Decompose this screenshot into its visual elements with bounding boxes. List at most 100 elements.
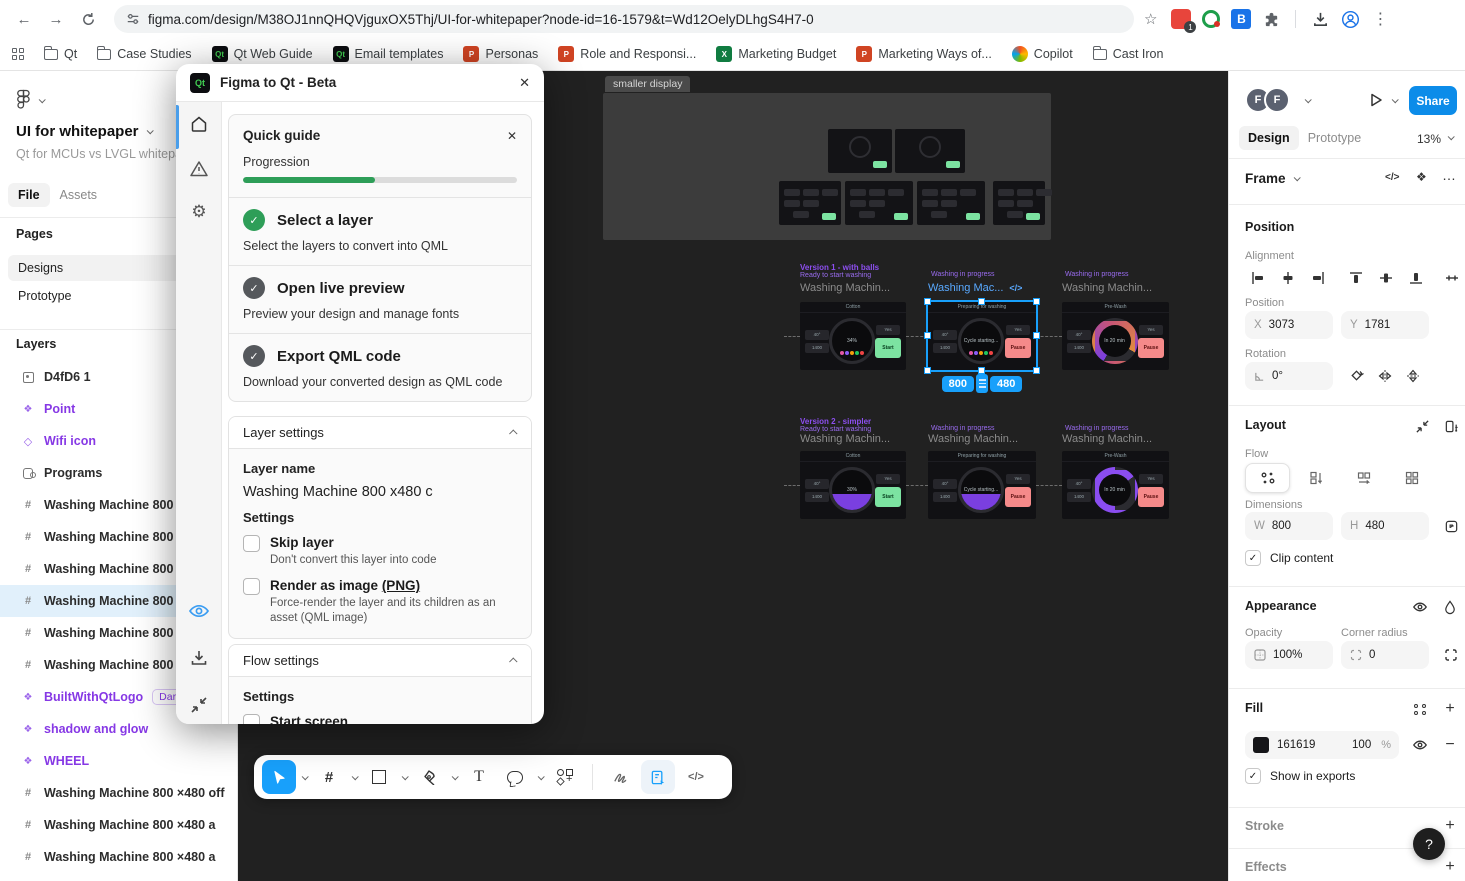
- home-icon[interactable]: [176, 114, 222, 134]
- apps-grid-icon[interactable]: [12, 48, 24, 60]
- action-button[interactable]: Start: [875, 487, 901, 507]
- corner-radius-input[interactable]: 0: [1341, 641, 1429, 669]
- section-frame[interactable]: [603, 93, 1051, 240]
- action-button[interactable]: Pause: [1138, 487, 1164, 507]
- frame-title[interactable]: Washing Machin...: [800, 433, 890, 445]
- tidy-up-icon[interactable]: [1439, 265, 1465, 291]
- tab-prototype[interactable]: Prototype: [1299, 126, 1371, 150]
- bookmark-marketing-ways-of[interactable]: PMarketing Ways of...: [856, 46, 991, 62]
- remove-fill-icon[interactable]: −: [1437, 732, 1463, 758]
- quick-guide-close-icon[interactable]: ✕: [507, 129, 517, 143]
- frame-title[interactable]: Washing Machin...: [1062, 282, 1152, 294]
- layer-item-washing-machine-800-480-a[interactable]: #Washing Machine 800 ×480 a: [0, 809, 237, 841]
- warning-icon[interactable]: [176, 159, 222, 179]
- rectangle-tool[interactable]: [362, 760, 396, 794]
- comment-tool[interactable]: [498, 760, 532, 794]
- more-options-icon[interactable]: …: [1442, 167, 1456, 183]
- pen-tool[interactable]: [412, 760, 446, 794]
- selection-handle[interactable]: [924, 298, 931, 305]
- add-effect-icon[interactable]: +: [1437, 854, 1463, 880]
- move-tool-chevron-icon[interactable]: [298, 760, 310, 794]
- fill-swatch[interactable]: [1253, 737, 1269, 753]
- layer-settings-header[interactable]: Layer settings: [229, 417, 531, 449]
- frame-title[interactable]: Washing Mac...</>: [928, 282, 1022, 294]
- extension-green-icon[interactable]: [1201, 9, 1221, 29]
- component-icon[interactable]: ❖: [1416, 170, 1427, 184]
- selection-handle[interactable]: [924, 332, 931, 339]
- selection-handle[interactable]: [1033, 367, 1040, 374]
- bookmark-marketing-budget[interactable]: XMarketing Budget: [716, 46, 836, 62]
- dialog-close-icon[interactable]: ✕: [519, 75, 530, 91]
- align-top-icon[interactable]: [1343, 265, 1369, 291]
- canvas-frame[interactable]: Cotton40°140030%YesStart: [800, 451, 906, 519]
- bookmark-cast-iron[interactable]: Cast Iron: [1093, 47, 1164, 61]
- fill-visibility-eye-icon[interactable]: [1407, 732, 1433, 758]
- rotation-input[interactable]: 0°: [1245, 362, 1333, 390]
- zoom-level[interactable]: 13%: [1417, 132, 1441, 146]
- selection-handle[interactable]: [1033, 332, 1040, 339]
- shape-tool-chevron-icon[interactable]: [398, 760, 410, 794]
- canvas-frame[interactable]: Pre-Wash40°1400In 20 minYesPause: [1062, 451, 1169, 519]
- constrain-proportions-icon[interactable]: [1438, 513, 1464, 539]
- align-right-icon[interactable]: [1305, 265, 1331, 291]
- fill-hex-value[interactable]: 161619: [1277, 739, 1344, 751]
- selection-handle[interactable]: [1033, 298, 1040, 305]
- pen-tool-chevron-icon[interactable]: [448, 760, 460, 794]
- actions-tool[interactable]: [548, 760, 582, 794]
- comment-tool-chevron-icon[interactable]: [534, 760, 546, 794]
- fill-styles-icon[interactable]: [1407, 696, 1433, 722]
- layer-item-washing-machine-800-480-off[interactable]: #Washing Machine 800 ×480 off: [0, 777, 237, 809]
- canvas-frame[interactable]: Cotton40°140034%YesStart: [800, 302, 906, 370]
- live-preview-eye-icon[interactable]: [176, 600, 222, 622]
- collapse-icon[interactable]: [176, 696, 222, 714]
- tab-design[interactable]: Design: [1239, 126, 1299, 150]
- show-in-exports-row[interactable]: ✓ Show in exports: [1245, 768, 1355, 784]
- selection-handle[interactable]: [978, 367, 985, 374]
- render-as-image-checkbox[interactable]: [243, 578, 260, 595]
- draw-tool[interactable]: [603, 760, 637, 794]
- png-link[interactable]: (PNG): [382, 578, 420, 593]
- downloads-icon[interactable]: [1310, 9, 1330, 29]
- move-tool[interactable]: [262, 760, 296, 794]
- canvas-frame[interactable]: Preparing for washing40°1400Cycle starti…: [928, 451, 1036, 519]
- text-tool[interactable]: T: [462, 760, 496, 794]
- bookmark-case-studies[interactable]: Case Studies: [97, 47, 191, 61]
- shrink-layout-icon[interactable]: [1409, 413, 1435, 439]
- action-button[interactable]: Start: [875, 338, 901, 358]
- frame-tool[interactable]: #: [312, 760, 346, 794]
- add-fill-icon[interactable]: +: [1437, 696, 1463, 722]
- x-position-input[interactable]: X3073: [1245, 311, 1333, 339]
- bookmark-star-icon[interactable]: ☆: [1144, 10, 1157, 28]
- extension-red-icon[interactable]: 1: [1171, 9, 1191, 29]
- clip-content-checkbox[interactable]: ✓: [1245, 550, 1261, 566]
- tab-file[interactable]: File: [8, 183, 50, 207]
- file-title-chevron-icon[interactable]: [146, 127, 153, 134]
- blend-droplet-icon[interactable]: [1437, 594, 1463, 620]
- section-label[interactable]: smaller display: [605, 76, 690, 92]
- start-screen-checkbox[interactable]: [243, 714, 260, 724]
- file-title[interactable]: UI for whitepaper: [16, 123, 139, 140]
- height-input[interactable]: H480: [1341, 512, 1429, 540]
- dev-code-icon[interactable]: </>: [679, 760, 713, 794]
- width-input[interactable]: W800: [1245, 512, 1333, 540]
- align-left-icon[interactable]: [1245, 265, 1271, 291]
- flow-freeform-button[interactable]: [1245, 463, 1290, 493]
- share-button[interactable]: Share: [1409, 86, 1457, 115]
- frame-title[interactable]: Washing Machin...: [800, 282, 890, 294]
- bookmark-email-templates[interactable]: QtEmail templates: [333, 46, 444, 62]
- align-bottom-icon[interactable]: [1403, 265, 1429, 291]
- action-button[interactable]: Pause: [1138, 338, 1164, 358]
- bookmark-personas[interactable]: PPersonas: [463, 46, 538, 62]
- layer-item-washing-machine-800-480-a[interactable]: #Washing Machine 800 ×480 a: [0, 841, 237, 873]
- bookmark-role-and-responsi[interactable]: PRole and Responsi...: [558, 46, 696, 62]
- y-position-input[interactable]: Y1781: [1341, 311, 1429, 339]
- extensions-puzzle-icon[interactable]: [1261, 9, 1281, 29]
- flip-horizontal-icon[interactable]: [1372, 363, 1398, 389]
- download-icon[interactable]: [176, 648, 222, 668]
- clip-content-row[interactable]: ✓ Clip content: [1245, 550, 1333, 566]
- skip-layer-checkbox[interactable]: [243, 535, 260, 552]
- action-button[interactable]: Pause: [1005, 487, 1031, 507]
- bookmark-copilot[interactable]: Copilot: [1012, 46, 1073, 62]
- selection-handle[interactable]: [978, 298, 985, 305]
- dev-mode-toggle[interactable]: [641, 760, 675, 794]
